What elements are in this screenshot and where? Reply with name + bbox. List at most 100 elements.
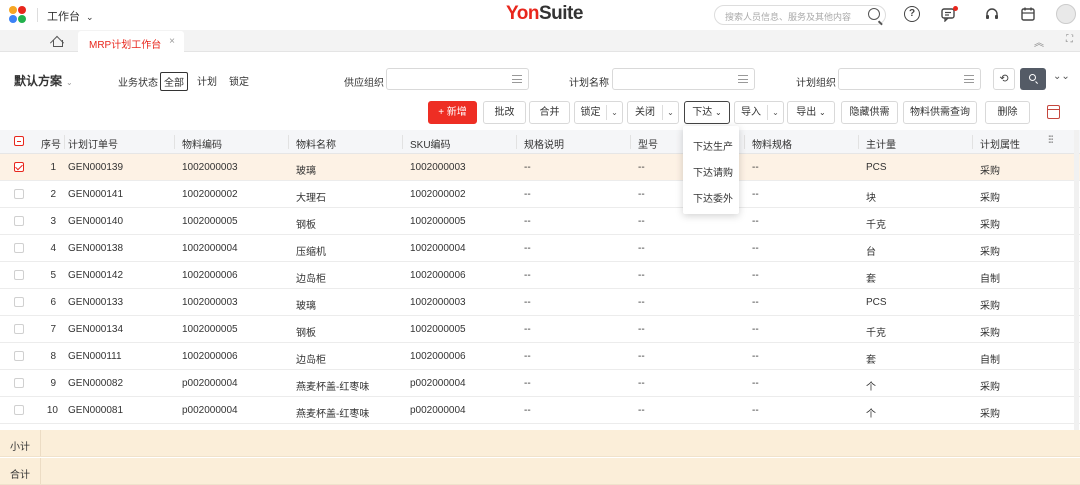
col-plan-attr[interactable]: 计划属性 — [980, 136, 1020, 151]
list-icon[interactable] — [964, 75, 974, 83]
brand-suite: Suite — [538, 3, 583, 24]
menu-item-issue-purchase[interactable]: 下达请购 — [693, 164, 733, 179]
cell-plan-attr: 采购 — [980, 166, 1000, 177]
main-content: 默认方案 ⌄ 业务状态 全部 计划 锁定 供应组织 计划名称 计划组织 ⟲ ⌄⌄ … — [0, 52, 1080, 485]
new-button[interactable]: + 新增 — [428, 101, 477, 124]
row-checkbox[interactable] — [14, 243, 24, 253]
cell-material-name: 燕麦杯盖-红枣味 — [296, 409, 370, 420]
app-logo-icon[interactable] — [9, 6, 27, 24]
search-icon[interactable] — [868, 8, 880, 20]
plan-selector[interactable]: 默认方案 ⌄ — [14, 72, 73, 89]
batch-edit-button[interactable]: 批改 — [483, 101, 526, 124]
cell-model: -- — [638, 162, 645, 173]
table-row[interactable]: 3 GEN000140 1002000005 钢板 1002000005 -- -- -- 千克… — [0, 208, 1080, 235]
help-icon[interactable]: ? — [904, 6, 920, 22]
table-row[interactable]: 4 GEN000138 1002000004 压缩机 1002000004 -- -- -- 台… — [0, 235, 1080, 262]
chevron-down-icon[interactable]: ⌄ — [767, 105, 783, 120]
brand-yon: Yon — [506, 3, 539, 24]
user-avatar[interactable] — [1056, 4, 1076, 24]
global-search-input[interactable]: 搜索人员信息、服务及其他内容 — [714, 5, 886, 25]
cell-order: GEN000082 — [68, 378, 124, 389]
status-option-plan[interactable]: 计划 — [197, 73, 217, 88]
row-checkbox[interactable] — [14, 405, 24, 415]
col-model[interactable]: 型号 — [638, 136, 658, 151]
notification-dot — [953, 6, 958, 11]
fullscreen-icon[interactable]: ⛶ — [1066, 34, 1073, 45]
row-checkbox[interactable] — [14, 378, 24, 388]
cell-order: GEN000141 — [68, 189, 124, 200]
chevron-down-icon[interactable]: ⌄ — [662, 105, 678, 120]
row-checkbox[interactable] — [14, 162, 24, 172]
cell-sku: 1002000004 — [410, 243, 466, 254]
material-supply-query-button[interactable]: 物料供需查询 — [903, 101, 977, 124]
col-material-code[interactable]: 物料编码 — [182, 136, 222, 151]
cell-material-name: 边岛柜 — [296, 274, 326, 285]
calendar-icon[interactable] — [1020, 6, 1036, 22]
status-option-all[interactable]: 全部 — [160, 72, 188, 91]
col-main-unit[interactable]: 主计量 — [866, 136, 896, 151]
cell-main-unit: 千克 — [866, 220, 886, 231]
col-material-spec[interactable]: 物料规格 — [752, 136, 792, 151]
cell-main-unit: 套 — [866, 274, 876, 285]
chevron-down-icon[interactable]: ⌄ — [606, 105, 622, 120]
reset-button[interactable]: ⟲ — [993, 68, 1015, 90]
expand-filters-icon[interactable]: ⌄⌄ — [1053, 71, 1070, 82]
row-checkbox[interactable] — [14, 270, 24, 280]
close-label: 关闭 — [635, 107, 655, 118]
issue-button[interactable]: 下达 ⌄ — [684, 101, 730, 124]
table-row[interactable]: 1 GEN000139 1002000003 玻璃 1002000003 -- -- -- PC… — [0, 154, 1080, 181]
cell-spec-desc: -- — [524, 162, 531, 173]
row-checkbox[interactable] — [14, 216, 24, 226]
cell-main-unit: 套 — [866, 355, 876, 366]
workbench-menu[interactable]: 工作台 ⌄ — [47, 8, 94, 24]
select-all-checkbox[interactable] — [14, 136, 24, 146]
column-divider — [972, 135, 973, 149]
menu-item-issue-outsource[interactable]: 下达委外 — [693, 190, 733, 205]
merge-button[interactable]: 合并 — [529, 101, 570, 124]
col-material-name[interactable]: 物料名称 — [296, 136, 336, 151]
row-checkbox[interactable] — [14, 189, 24, 199]
vertical-scrollbar[interactable] — [1074, 130, 1079, 430]
table-row[interactable]: 9 GEN000082 p002000004 燕麦杯盖-红枣味 p002000004 --… — [0, 370, 1080, 397]
status-option-locked[interactable]: 锁定 — [229, 73, 249, 88]
delete-button[interactable]: 删除 — [985, 101, 1030, 124]
list-icon[interactable] — [512, 75, 522, 83]
home-icon[interactable] — [51, 35, 63, 47]
tab-mrp-workbench[interactable]: MRP计划工作台 × — [78, 31, 184, 52]
list-icon[interactable] — [738, 75, 748, 83]
row-checkbox[interactable] — [14, 297, 24, 307]
print-calendar-icon[interactable] — [1047, 105, 1060, 119]
headset-icon[interactable] — [984, 6, 1000, 22]
col-spec-desc[interactable]: 规格说明 — [524, 136, 564, 151]
close-order-button[interactable]: 关闭 ⌄ — [627, 101, 679, 124]
export-button[interactable]: 导出 ⌄ — [787, 101, 835, 124]
cell-material-name: 钢板 — [296, 220, 316, 231]
table-row[interactable]: 7 GEN000134 1002000005 钢板 1002000005 -- -- -- 千克… — [0, 316, 1080, 343]
table-row[interactable]: 6 GEN000133 1002000003 玻璃 1002000003 -- -- -- PC… — [0, 289, 1080, 316]
close-icon[interactable]: × — [169, 36, 175, 47]
collapse-icon[interactable]: ︽ — [1034, 34, 1044, 49]
plan-name-input[interactable] — [612, 68, 755, 90]
col-order[interactable]: 计划订单号 — [68, 136, 118, 151]
supply-org-input[interactable] — [386, 68, 529, 90]
table-row[interactable]: 2 GEN000141 1002000002 大理石 1002000002 -- -- -- 块… — [0, 181, 1080, 208]
table-row[interactable]: 8 GEN000111 1002000006 边岛柜 1002000006 -- -- -- 套… — [0, 343, 1080, 370]
cell-material-code: 1002000005 — [182, 216, 238, 227]
row-checkbox[interactable] — [14, 351, 24, 361]
cell-material-code: 1002000006 — [182, 351, 238, 362]
column-settings-icon[interactable]: ⫶⫶⫶ — [1048, 135, 1053, 146]
import-button[interactable]: 导入 ⌄ — [734, 101, 784, 124]
cell-sku: 1002000003 — [410, 162, 466, 173]
table-row[interactable]: 5 GEN000142 1002000006 边岛柜 1002000006 -- -- -- 套… — [0, 262, 1080, 289]
row-checkbox[interactable] — [14, 324, 24, 334]
search-button[interactable] — [1020, 68, 1046, 90]
menu-item-issue-production[interactable]: 下达生产 — [693, 138, 733, 153]
table-row[interactable]: 10 GEN000081 p002000004 燕麦杯盖-红枣味 p002000004 -… — [0, 397, 1080, 424]
cell-material-code: 1002000004 — [182, 243, 238, 254]
col-sku[interactable]: SKU编码 — [410, 136, 451, 151]
hide-supply-demand-button[interactable]: 隐藏供需 — [841, 101, 898, 124]
cell-index: 9 — [50, 378, 56, 389]
lock-button[interactable]: 锁定 ⌄ — [574, 101, 623, 124]
cell-index: 3 — [50, 216, 56, 227]
plan-org-input[interactable] — [838, 68, 981, 90]
